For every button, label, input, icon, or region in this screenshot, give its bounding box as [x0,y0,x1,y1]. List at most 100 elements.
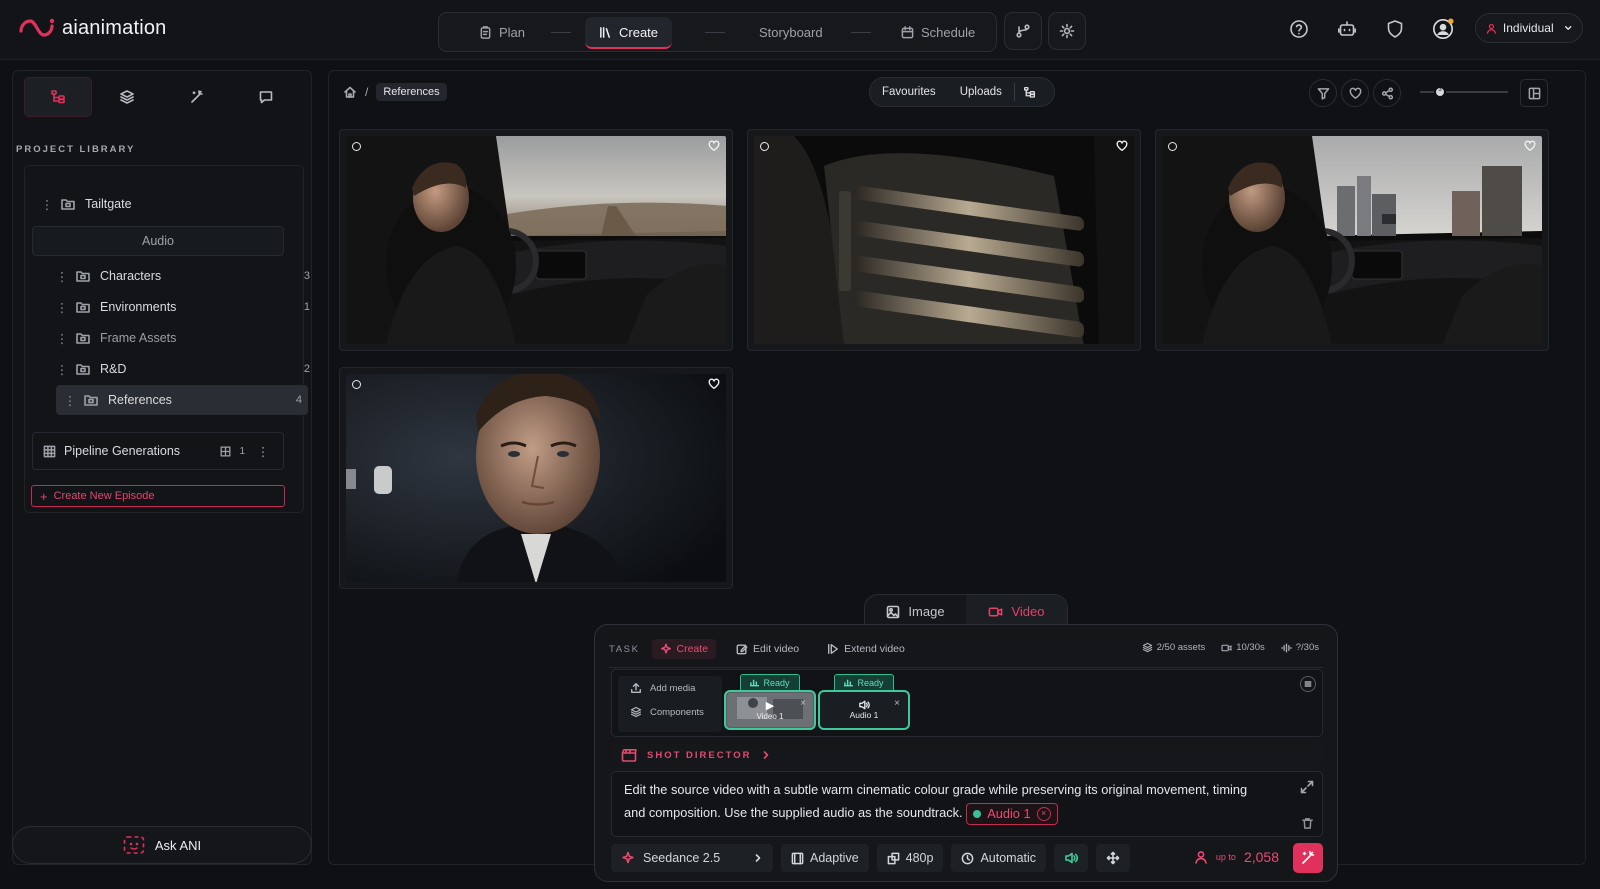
uploads-toggle[interactable]: Uploads [948,86,1014,98]
pipeline-label: Pipeline Generations [64,444,181,458]
breadcrumb-current[interactable]: References [376,83,447,101]
reference-image[interactable] [346,374,726,582]
home-icon[interactable] [343,85,357,99]
security-button[interactable] [1384,18,1406,40]
sidebar-item-pipeline-generations[interactable]: Pipeline Generations 1 ⋮ [32,432,284,470]
resolution-selector[interactable]: 480p [876,844,944,872]
more-vertical-icon[interactable]: ⋮ [56,393,84,408]
zoom-level: 3 [1438,87,1442,93]
task-extend-video-button[interactable]: Extend video [819,639,913,659]
more-vertical-icon[interactable]: ⋮ [48,362,76,377]
brand-logo[interactable]: aianimation [18,16,167,40]
sidebar-item-audio[interactable]: Audio [32,226,284,256]
shot-director-toggle[interactable]: SHOT DIRECTOR [611,743,1323,767]
sidebar-tab-magic[interactable] [163,77,231,117]
task-edit-video-button[interactable]: Edit video [728,639,807,659]
ask-ani-button[interactable]: Ask ANI [12,826,312,864]
select-checkbox[interactable] [352,142,361,151]
heart-icon[interactable] [708,140,720,152]
more-vertical-icon[interactable]: ⋮ [48,331,76,346]
generation-options: Seedance 2.5 Adaptive 480p Automatic up … [611,843,1323,873]
grid-table-icon [43,445,56,457]
heart-icon[interactable] [1524,140,1536,152]
help-button[interactable] [1288,18,1310,40]
sidebar-tab-layers[interactable] [93,77,161,117]
video-chip[interactable]: ▶ Video 1 × [724,690,816,730]
card-driver-city-road[interactable] [1155,129,1549,351]
model-selector[interactable]: Seedance 2.5 [611,844,773,872]
tree-view-toggle[interactable] [1013,83,1044,101]
plus-icon: + [40,488,48,504]
create-new-episode-button[interactable]: + Create New Episode [31,485,285,507]
sidebar-tab-library[interactable] [23,77,92,117]
account-mode-dropdown[interactable]: Individual [1475,13,1583,43]
sidebar-item-rnd[interactable]: ⋮ R&D 2 [48,354,310,384]
layers-icon [120,90,135,104]
select-checkbox[interactable] [760,142,769,151]
branch-button[interactable] [1004,12,1042,50]
audio-chip[interactable]: Audio 1 × [818,690,910,730]
add-media-button[interactable]: Add media [618,676,722,700]
ask-ani-label: Ask ANI [154,837,202,853]
expand-icon[interactable] [1300,780,1314,794]
task-create-button[interactable]: Create [651,639,717,659]
sidebar-item-references[interactable]: ⋮ References 4 [56,385,308,415]
aspect-selector[interactable]: Adaptive [781,844,869,872]
heart-icon[interactable] [708,378,720,390]
tree-structure-icon [1023,86,1035,98]
card-man-portrait[interactable] [339,367,733,589]
card-metal-grille[interactable] [747,129,1141,351]
sidebar-item-characters[interactable]: ⋮ Characters 3 [48,261,310,291]
reference-image[interactable] [754,136,1134,344]
more-vertical-icon[interactable]: ⋮ [253,444,273,459]
camera-control-toggle[interactable] [1096,844,1131,872]
favourites-toggle[interactable]: Favourites [870,86,948,98]
duration-selector[interactable]: Automatic [951,844,1047,872]
filter-button[interactable] [1309,79,1337,107]
card-driver-desert-road[interactable] [339,129,733,351]
reference-image[interactable] [1162,136,1542,344]
tab-create[interactable]: Create [585,17,673,49]
remove-tag-icon[interactable]: × [1036,806,1051,821]
sidebar-tab-comments[interactable] [232,77,300,117]
edit-icon [736,644,748,655]
tab-plan[interactable]: Plan [479,13,525,51]
audio-duration-value: ?/30s [1295,642,1319,653]
sidebar-item-environments[interactable]: ⋮ Environments 1 [48,292,310,322]
zoom-slider-handle[interactable]: 3 [1434,86,1446,98]
components-button[interactable]: Components [618,700,722,724]
attachment-list-button[interactable] [1300,676,1316,692]
layout-button[interactable] [1520,79,1548,107]
assistant-bot-button[interactable] [1336,18,1358,40]
audio-label: Audio [142,234,174,248]
audio-toggle[interactable] [1054,844,1089,872]
folder-icon [61,198,85,210]
select-checkbox[interactable] [1168,142,1177,151]
reference-image[interactable] [346,136,726,344]
generate-button[interactable] [1293,843,1323,873]
trash-icon[interactable] [1301,817,1314,830]
project-row-tailtgate[interactable]: ⋮ Tailtgate [33,189,295,219]
heart-icon[interactable] [1116,140,1128,152]
more-vertical-icon[interactable]: ⋮ [33,197,61,212]
favourite-filter-button[interactable] [1341,79,1369,107]
tab-storyboard[interactable]: Storyboard [759,13,823,51]
user-avatar-icon [1433,18,1454,39]
folder-count: 3 [303,270,310,282]
select-checkbox[interactable] [352,380,361,389]
sidebar-item-frame-assets[interactable]: ⋮ Frame Assets [48,323,310,353]
remove-icon[interactable]: × [894,698,900,709]
share-button[interactable] [1373,79,1401,107]
prompt-input[interactable]: Edit the source video with a subtle warm… [611,771,1323,837]
more-vertical-icon[interactable]: ⋮ [48,269,76,284]
settings-button[interactable] [1048,12,1086,50]
shot-director-label: SHOT DIRECTOR [647,749,752,761]
profile-button[interactable] [1432,18,1454,40]
remove-icon[interactable]: × [800,698,806,709]
help-circle-icon [1290,20,1308,38]
play-icon[interactable]: ▶ [766,699,774,712]
prompt-audio-tag[interactable]: Audio 1 × [966,802,1058,825]
credits-prefix: up to [1215,852,1236,862]
tab-schedule[interactable]: Schedule [901,13,975,51]
more-vertical-icon[interactable]: ⋮ [48,300,76,315]
